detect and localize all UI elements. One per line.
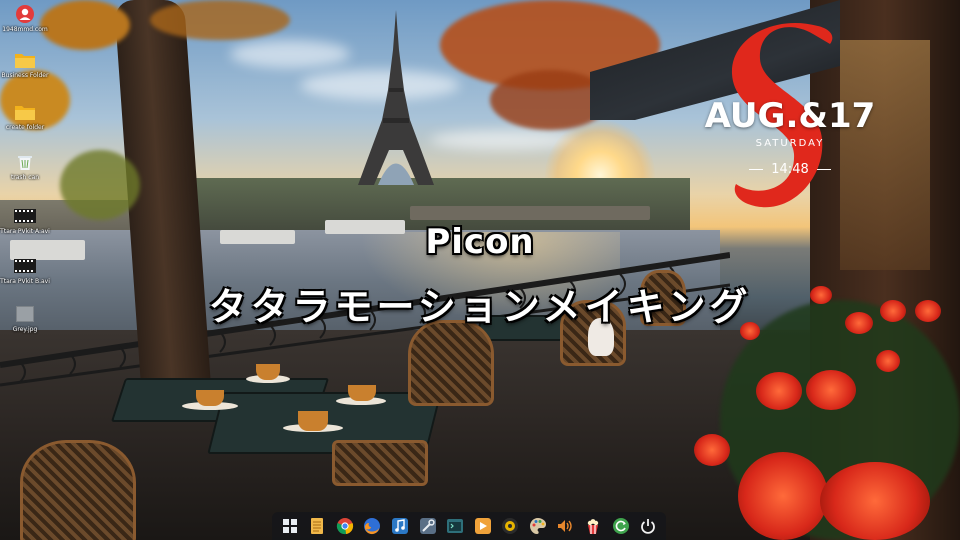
coffee-cup	[256, 364, 280, 380]
user-icon	[14, 4, 36, 24]
cloud	[230, 40, 350, 68]
date-widget-time-row: 14:48	[690, 162, 890, 177]
paint-palette-icon[interactable]	[528, 516, 548, 536]
desktop-icon-label: create folder	[5, 124, 45, 131]
terminal-icon[interactable]	[445, 516, 465, 536]
red-flower	[820, 462, 930, 540]
bistro-chair	[332, 440, 428, 486]
red-flower	[806, 370, 856, 410]
desktop-icon-trash[interactable]: trash can	[2, 152, 48, 181]
desktop-icon-user[interactable]: 1948mmd.com	[2, 4, 48, 33]
autumn-foliage	[60, 150, 140, 220]
app-launcher-icon[interactable]	[500, 516, 520, 536]
coffee-cup	[196, 390, 224, 406]
eiffel-tower-illustration	[358, 10, 434, 185]
desktop-icon-create-folder[interactable]: create folder	[2, 102, 48, 131]
bistro-chair	[20, 440, 136, 540]
desktop-icon-business-folder[interactable]: Business Folder	[2, 50, 48, 79]
power-icon[interactable]	[638, 516, 658, 536]
trash-icon	[14, 152, 36, 172]
date-widget-weekday: SATURDAY	[755, 138, 825, 149]
overlay-subtitle: タタラモーションメイキング	[208, 285, 752, 329]
chrome-browser-icon[interactable]	[335, 516, 355, 536]
red-flower	[876, 350, 900, 372]
red-flower	[694, 434, 730, 466]
bridge	[410, 206, 650, 220]
media-player-icon[interactable]	[473, 516, 493, 536]
refresh-sync-icon[interactable]	[611, 516, 631, 536]
taskbar	[272, 512, 666, 540]
date-widget-time: 14:48	[771, 162, 809, 177]
desktop-icon-label: trash can	[10, 174, 40, 181]
date-widget-date: AUG.&17	[704, 96, 876, 136]
music-player-icon[interactable]	[390, 516, 410, 536]
folder-icon	[14, 102, 36, 122]
red-flower	[738, 452, 828, 540]
settings-tools-icon[interactable]	[418, 516, 438, 536]
coffee-cup	[298, 411, 328, 431]
coffee-cup	[348, 385, 376, 401]
popcorn-app-icon[interactable]	[583, 516, 603, 536]
time-dash-left	[749, 169, 764, 170]
autumn-foliage	[40, 0, 130, 50]
volume-icon[interactable]	[555, 516, 575, 536]
start-menu-icon[interactable]	[280, 516, 300, 536]
time-dash-right	[816, 169, 831, 170]
file-manager-icon[interactable]	[307, 516, 327, 536]
bistro-chair	[408, 320, 494, 406]
red-flower	[756, 372, 802, 410]
desktop-icon-label: 1948mmd.com	[2, 26, 48, 33]
firefox-browser-icon[interactable]	[362, 516, 382, 536]
folder-icon	[14, 50, 36, 70]
desktop-icon-label: Business Folder	[1, 72, 49, 79]
autumn-foliage	[150, 0, 290, 40]
